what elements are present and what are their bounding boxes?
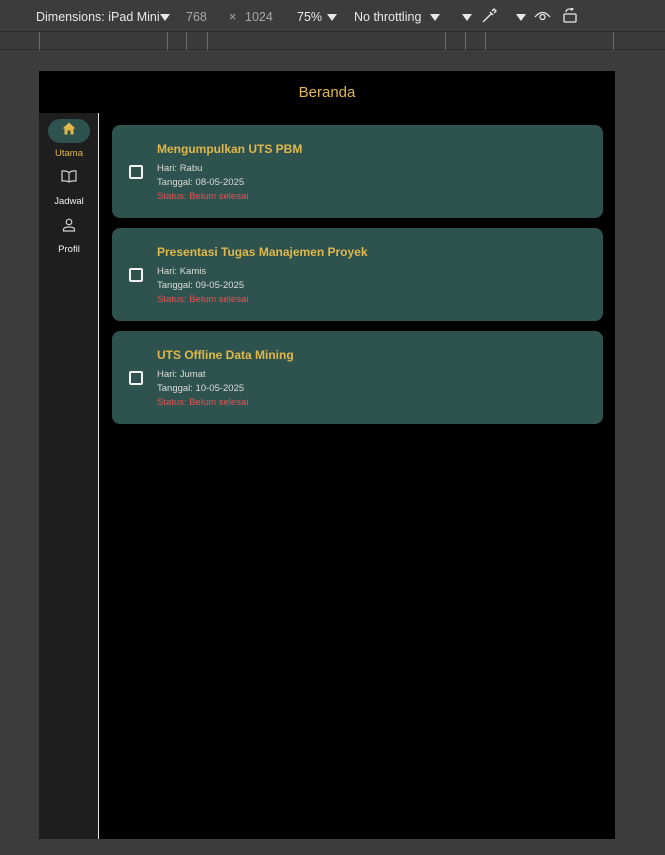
task-date: Tanggal: 08-05-2025 — [157, 177, 245, 188]
throttling-dropdown[interactable]: No throttling — [354, 9, 421, 25]
device-viewport: Beranda Utama Jadwal Profil Mengumpulkan… — [39, 71, 615, 839]
ruler-tick — [186, 32, 187, 50]
person-icon — [62, 218, 76, 237]
book-icon — [61, 170, 77, 188]
task-day: Hari: Jumat — [157, 369, 206, 380]
task-day: Hari: Rabu — [157, 163, 203, 174]
task-checkbox[interactable] — [129, 268, 143, 282]
task-status: Status: Belum selesai — [157, 191, 249, 202]
task-title: UTS Offline Data Mining — [157, 348, 294, 362]
rotate-device-icon[interactable] — [562, 7, 580, 27]
eyedropper-chevron-icon[interactable] — [516, 14, 526, 21]
more-options-chevron-icon[interactable] — [462, 14, 472, 21]
times-symbol: × — [229, 10, 237, 24]
task-day: Hari: Kamis — [157, 266, 207, 277]
task-card[interactable]: Mengumpulkan UTS PBM Hari: Rabu Tanggal:… — [112, 125, 603, 218]
nav-indicator — [48, 215, 90, 239]
height-input[interactable]: 1024 — [245, 9, 273, 25]
page-title: Beranda — [298, 84, 356, 101]
nav-label: Utama — [55, 148, 83, 159]
width-input[interactable]: 768 — [186, 9, 207, 25]
task-checkbox[interactable] — [129, 371, 143, 385]
ruler-tick — [207, 32, 208, 50]
ruler-tick — [485, 32, 486, 50]
zoom-dropdown[interactable]: 75% — [297, 9, 322, 25]
dimensions-dropdown[interactable]: Dimensions: iPad Mini — [36, 9, 160, 25]
task-title: Presentasi Tugas Manajemen Proyek — [157, 245, 368, 259]
eye-icon[interactable] — [534, 10, 551, 25]
home-icon — [62, 122, 76, 140]
task-date: Tanggal: 09-05-2025 — [157, 280, 245, 291]
ruler-tick — [465, 32, 466, 50]
dimensions-chevron-icon[interactable] — [160, 14, 170, 21]
navigation-rail: Utama Jadwal Profil — [39, 113, 99, 839]
task-title: Mengumpulkan UTS PBM — [157, 142, 303, 156]
task-status: Status: Belum selesai — [157, 294, 249, 305]
ruler-tick — [167, 32, 168, 50]
media-query-ruler — [0, 31, 665, 50]
app-bar: Beranda — [39, 71, 615, 113]
ruler-tick — [39, 32, 40, 50]
task-list: Mengumpulkan UTS PBM Hari: Rabu Tanggal:… — [112, 125, 603, 434]
nav-label: Jadwal — [54, 196, 84, 207]
nav-item-utama[interactable]: Utama — [39, 119, 99, 159]
nav-item-jadwal[interactable]: Jadwal — [39, 167, 99, 207]
task-checkbox[interactable] — [129, 165, 143, 179]
throttling-chevron-icon[interactable] — [430, 14, 440, 21]
task-card[interactable]: UTS Offline Data Mining Hari: Jumat Tang… — [112, 331, 603, 424]
zoom-chevron-icon[interactable] — [327, 14, 337, 21]
devtools-toolbar: Dimensions: iPad Mini 768 × 1024 75% No … — [0, 0, 665, 31]
ruler-tick — [613, 32, 614, 50]
nav-item-profil[interactable]: Profil — [39, 215, 99, 255]
task-date: Tanggal: 10-05-2025 — [157, 383, 245, 394]
ruler-tick — [445, 32, 446, 50]
task-status: Status: Belum selesai — [157, 397, 249, 408]
task-card[interactable]: Presentasi Tugas Manajemen Proyek Hari: … — [112, 228, 603, 321]
nav-indicator — [48, 167, 90, 191]
eyedropper-icon[interactable] — [481, 8, 497, 27]
nav-indicator — [48, 119, 90, 143]
nav-label: Profil — [58, 244, 80, 255]
